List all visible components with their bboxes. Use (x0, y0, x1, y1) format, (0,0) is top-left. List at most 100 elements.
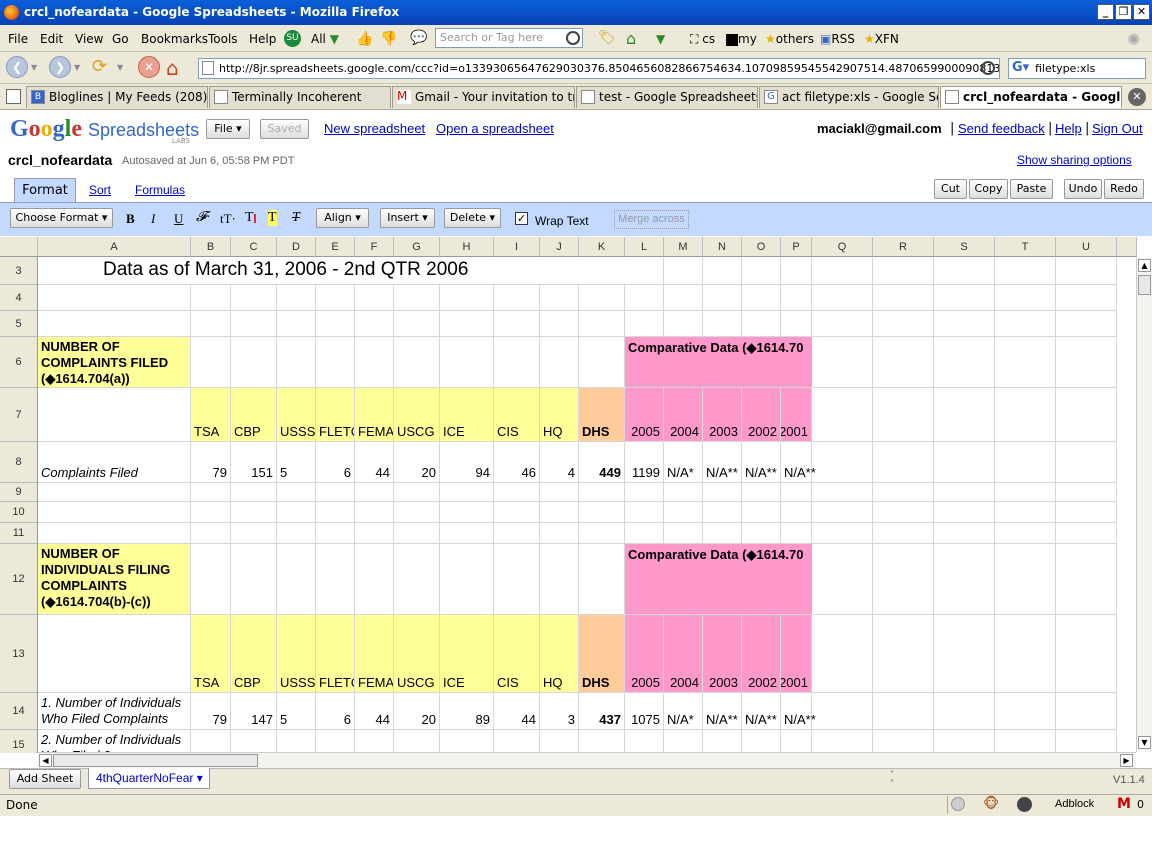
row-label-cell[interactable]: 2. Number of Individuals Who Filed 2 ... (38, 730, 191, 753)
data-cell[interactable]: N/A** (781, 442, 816, 483)
grid-cell[interactable] (440, 730, 494, 753)
grid-cell[interactable] (394, 483, 440, 502)
grid-cell[interactable] (316, 523, 355, 544)
italic-button[interactable]: I (151, 211, 155, 227)
grid-cell[interactable] (934, 337, 995, 388)
grid-cell[interactable] (540, 483, 579, 502)
data-cell[interactable]: N/A* (664, 442, 703, 483)
column-label-cell[interactable]: FEMA (355, 388, 394, 442)
grid-cell[interactable] (995, 285, 1056, 311)
data-cell[interactable]: 20 (394, 693, 440, 730)
rss-button[interactable]: ▣RSS (820, 32, 855, 46)
menu-tools[interactable]: Tools (208, 32, 238, 46)
grid-cell[interactable] (316, 311, 355, 337)
data-cell[interactable]: N/A** (781, 693, 816, 730)
grid-cell[interactable] (995, 337, 1056, 388)
copy-button[interactable]: Copy (969, 179, 1008, 199)
grid-cell[interactable] (742, 257, 781, 285)
data-cell[interactable]: 151 (231, 442, 277, 483)
grid-cell[interactable] (625, 730, 664, 753)
grid-cell[interactable] (995, 693, 1056, 730)
column-label-cell[interactable]: TSA (191, 388, 231, 442)
tab-sort[interactable]: Sort (89, 183, 111, 197)
grid-cell[interactable] (1056, 730, 1117, 753)
grid-cell[interactable] (812, 483, 873, 502)
menu-help[interactable]: Help (249, 32, 276, 46)
grid-cell[interactable] (934, 483, 995, 502)
scroll-left-icon[interactable]: ◀ (39, 754, 52, 767)
grid-cell[interactable] (394, 523, 440, 544)
column-label-cell[interactable]: HQ (540, 615, 579, 693)
underline-button[interactable]: U (174, 211, 183, 227)
grid-cell[interactable] (355, 523, 394, 544)
grid-cell[interactable] (231, 730, 277, 753)
row-header[interactable]: 4 (0, 285, 38, 311)
sheet-title[interactable]: Data as of March 31, 2006 - 2nd QTR 2006 (38, 257, 625, 285)
horizontal-scrollbar[interactable]: ◀ ▶ (38, 752, 1136, 768)
grid-cell[interactable] (873, 615, 934, 693)
grid-cell[interactable] (703, 285, 742, 311)
grid-cell[interactable] (579, 730, 625, 753)
grid-cell[interactable] (277, 285, 316, 311)
grid-cell[interactable] (812, 523, 873, 544)
saved-button[interactable]: Saved (260, 119, 309, 139)
data-cell[interactable]: 79 (191, 442, 231, 483)
grid-cell[interactable] (440, 311, 494, 337)
row-label-cell[interactable]: Complaints Filed (38, 442, 191, 483)
grid-cell[interactable] (494, 337, 540, 388)
grid-cell[interactable] (812, 502, 873, 523)
grid-cell[interactable] (494, 285, 540, 311)
menu-view[interactable]: View (75, 32, 103, 46)
file-menu-button[interactable]: File ▾ (206, 119, 250, 139)
help-link[interactable]: Help (1055, 121, 1082, 136)
grid-cell[interactable] (781, 483, 812, 502)
grid-cell[interactable] (995, 523, 1056, 544)
grid-cell[interactable] (1056, 337, 1117, 388)
column-header[interactable]: M (664, 237, 703, 257)
grid-cell[interactable] (1056, 544, 1117, 615)
grid-cell[interactable] (277, 730, 316, 753)
grid-cell[interactable] (231, 337, 277, 388)
grid-cell[interactable] (873, 257, 934, 285)
data-cell[interactable]: 3 (540, 693, 579, 730)
grid-cell[interactable] (781, 257, 812, 285)
grid-cell[interactable] (316, 502, 355, 523)
add-sheet-button[interactable]: Add Sheet (9, 769, 81, 789)
data-cell[interactable]: 5 (277, 693, 316, 730)
column-label-cell[interactable]: USCG (394, 615, 440, 693)
undo-button[interactable]: Undo (1064, 179, 1102, 199)
tab-crcl-nofeardata[interactable]: crcl_nofeardata - Google ... (940, 86, 1122, 108)
data-cell[interactable]: 20 (394, 442, 440, 483)
grid-cell[interactable] (1056, 285, 1117, 311)
grid-cell[interactable] (540, 730, 579, 753)
grid-cell[interactable] (995, 615, 1056, 693)
grid-cell[interactable] (934, 615, 995, 693)
maximize-button[interactable]: ❐ (1115, 4, 1132, 20)
grid-cell[interactable] (540, 544, 579, 615)
choose-format-dropdown[interactable]: Choose Format ▾ (10, 208, 113, 228)
data-cell[interactable]: 4 (540, 442, 579, 483)
data-cell[interactable]: 437 (579, 693, 625, 730)
spreadsheet-grid[interactable]: A B C D E F G H I J K L M N O P Q R S T … (0, 237, 1152, 753)
thumb-up-icon[interactable]: 👍 (356, 31, 373, 47)
scroll-thumb[interactable] (1138, 275, 1151, 295)
tab-list-icon[interactable] (6, 89, 21, 104)
comment-icon[interactable]: 💬 (410, 30, 427, 46)
column-label-cell[interactable]: 2005 (625, 388, 664, 442)
data-cell[interactable]: 89 (440, 693, 494, 730)
xfn-button[interactable]: ★XFN (864, 32, 899, 46)
grid-cell[interactable] (995, 730, 1056, 753)
grid-cell[interactable] (316, 730, 355, 753)
resize-handle-icon[interactable]: ˃ ˂ (890, 770, 894, 788)
grid-cell[interactable] (277, 311, 316, 337)
grid-cell[interactable] (355, 730, 394, 753)
grid-cell[interactable] (440, 544, 494, 615)
grid-cell[interactable] (277, 502, 316, 523)
data-cell[interactable]: 147 (231, 693, 277, 730)
reload-icon[interactable]: ⟳ (92, 56, 107, 77)
grid-cell[interactable] (38, 388, 191, 442)
hscroll-thumb[interactable] (53, 754, 258, 767)
grid-cell[interactable] (873, 544, 934, 615)
grid-cell[interactable] (191, 483, 231, 502)
merge-across-button[interactable]: Merge across (614, 210, 689, 229)
